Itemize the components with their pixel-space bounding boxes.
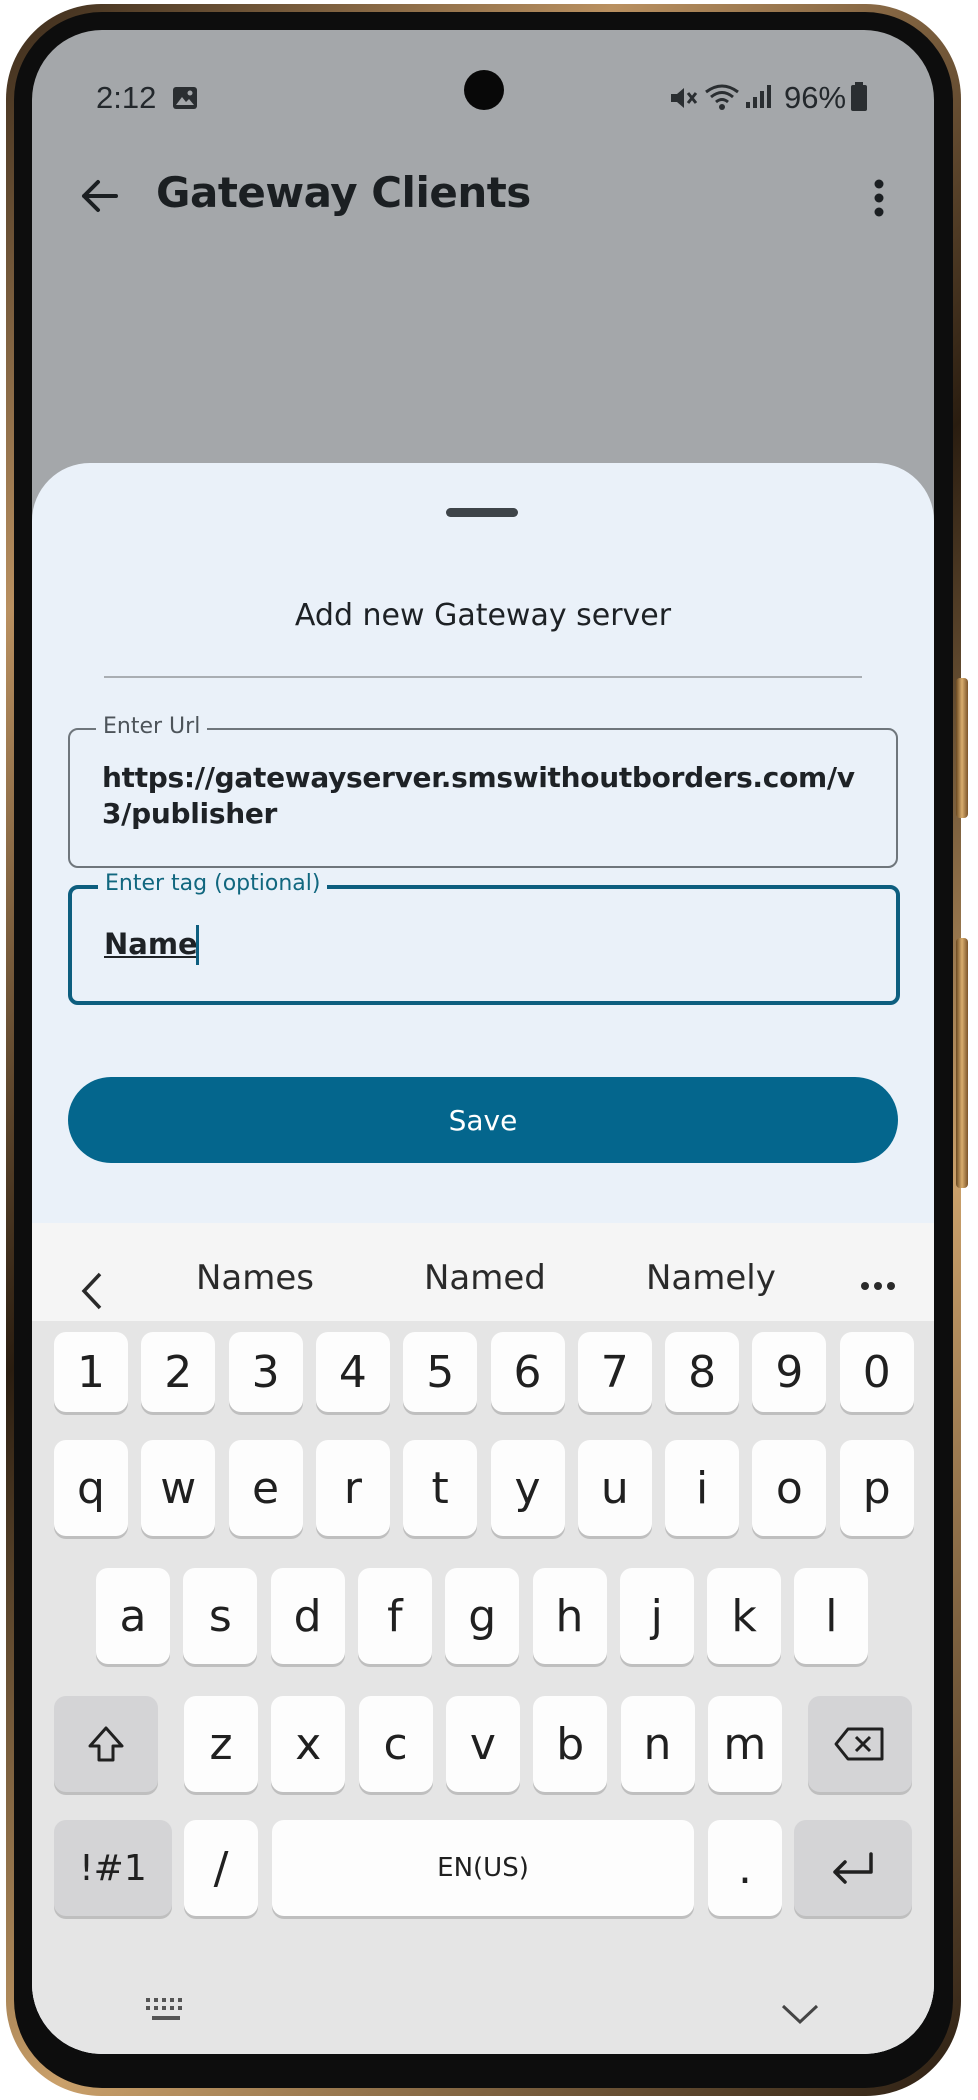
backspace-icon [834,1727,884,1761]
key-k[interactable]: k [707,1568,782,1664]
chevron-left-icon [81,1272,102,1310]
suggestion-2[interactable]: Named [424,1258,546,1298]
space-key[interactable]: EN(US) [272,1820,694,1916]
key-q[interactable]: q [54,1440,128,1536]
symbols-key[interactable]: !#1 [54,1820,172,1916]
key-6[interactable]: 6 [490,1332,565,1412]
phone-screen: 2:12 96% Gateway Clients Add new Gateway… [32,30,934,2054]
key-t[interactable]: t [403,1440,478,1536]
shift-icon [88,1726,124,1762]
key-u[interactable]: u [577,1440,652,1536]
suggestion-1[interactable]: Names [196,1258,314,1298]
wifi-icon [704,82,740,117]
sheet-drag-handle[interactable] [446,508,518,517]
key-z[interactable]: z [184,1696,258,1792]
suggestion-3[interactable]: Namely [646,1258,776,1298]
key-9[interactable]: 9 [752,1332,827,1412]
battery-percent: 96% [784,80,847,115]
key-l[interactable]: l [794,1568,869,1664]
key-0[interactable]: 0 [839,1332,914,1412]
key-s[interactable]: s [183,1568,258,1664]
key-c[interactable]: c [358,1696,433,1792]
front-camera [464,70,504,110]
backspace-key[interactable] [808,1696,912,1792]
key-j[interactable]: j [619,1568,694,1664]
status-time: 2:12 [96,80,157,115]
key-4[interactable]: 4 [315,1332,390,1412]
save-button[interactable]: Save [68,1077,898,1163]
sheet-title: Add new Gateway server [294,598,672,633]
power-button [956,938,968,1188]
key-m[interactable]: m [707,1696,782,1792]
key-1[interactable]: 1 [54,1332,128,1412]
key-7[interactable]: 7 [577,1332,652,1412]
url-field-value: https://gatewayserver.smswithoutborders.… [102,761,855,830]
toolbar-back-button[interactable] [72,1266,112,1316]
volume-button [956,678,968,818]
signal-icon [744,82,774,115]
key-f[interactable]: f [357,1568,432,1664]
arrow-left-icon [82,180,118,212]
shift-key[interactable] [54,1696,158,1792]
tag-field-value: Name [104,927,198,961]
gallery-icon [172,86,198,115]
key-a[interactable]: a [96,1568,170,1664]
more-vert-icon [874,179,884,217]
url-field-label: Enter Url [96,714,208,739]
tag-field-label: Enter tag (optional) [98,871,328,896]
key-r[interactable]: r [315,1440,390,1536]
key-o[interactable]: o [752,1440,827,1536]
enter-icon [833,1852,873,1884]
mute-icon [668,84,698,117]
key-w[interactable]: w [141,1440,216,1536]
more-horiz-icon [861,1282,895,1290]
slash-key[interactable]: / [184,1820,258,1916]
key-n[interactable]: n [620,1696,695,1792]
key-8[interactable]: 8 [665,1332,740,1412]
key-p[interactable]: p [839,1440,914,1536]
key-x[interactable]: x [271,1696,346,1792]
battery-icon [850,82,868,117]
tag-field[interactable]: Enter tag (optional) Name [68,871,900,1005]
more-options-button[interactable] [854,170,904,226]
key-5[interactable]: 5 [403,1332,478,1412]
page-title: Gateway Clients [156,168,531,217]
key-y[interactable]: y [490,1440,565,1536]
key-b[interactable]: b [533,1696,608,1792]
key-e[interactable]: e [228,1440,303,1536]
text-cursor [196,925,199,965]
key-v[interactable]: v [445,1696,520,1792]
key-3[interactable]: 3 [228,1332,303,1412]
key-d[interactable]: d [270,1568,345,1664]
period-key[interactable]: . [708,1820,782,1916]
key-i[interactable]: i [665,1440,740,1536]
chevron-down-icon[interactable] [780,2002,820,2031]
key-h[interactable]: h [532,1568,607,1664]
back-button[interactable] [72,168,128,224]
enter-key[interactable] [794,1820,912,1916]
key-2[interactable]: 2 [141,1332,216,1412]
keyboard-hide-icon[interactable] [144,1996,188,2029]
url-field[interactable]: Enter Url https://gatewayserver.smswitho… [68,714,898,868]
more-suggestions-button[interactable] [856,1266,900,1306]
divider [104,676,862,678]
key-g[interactable]: g [445,1568,520,1664]
